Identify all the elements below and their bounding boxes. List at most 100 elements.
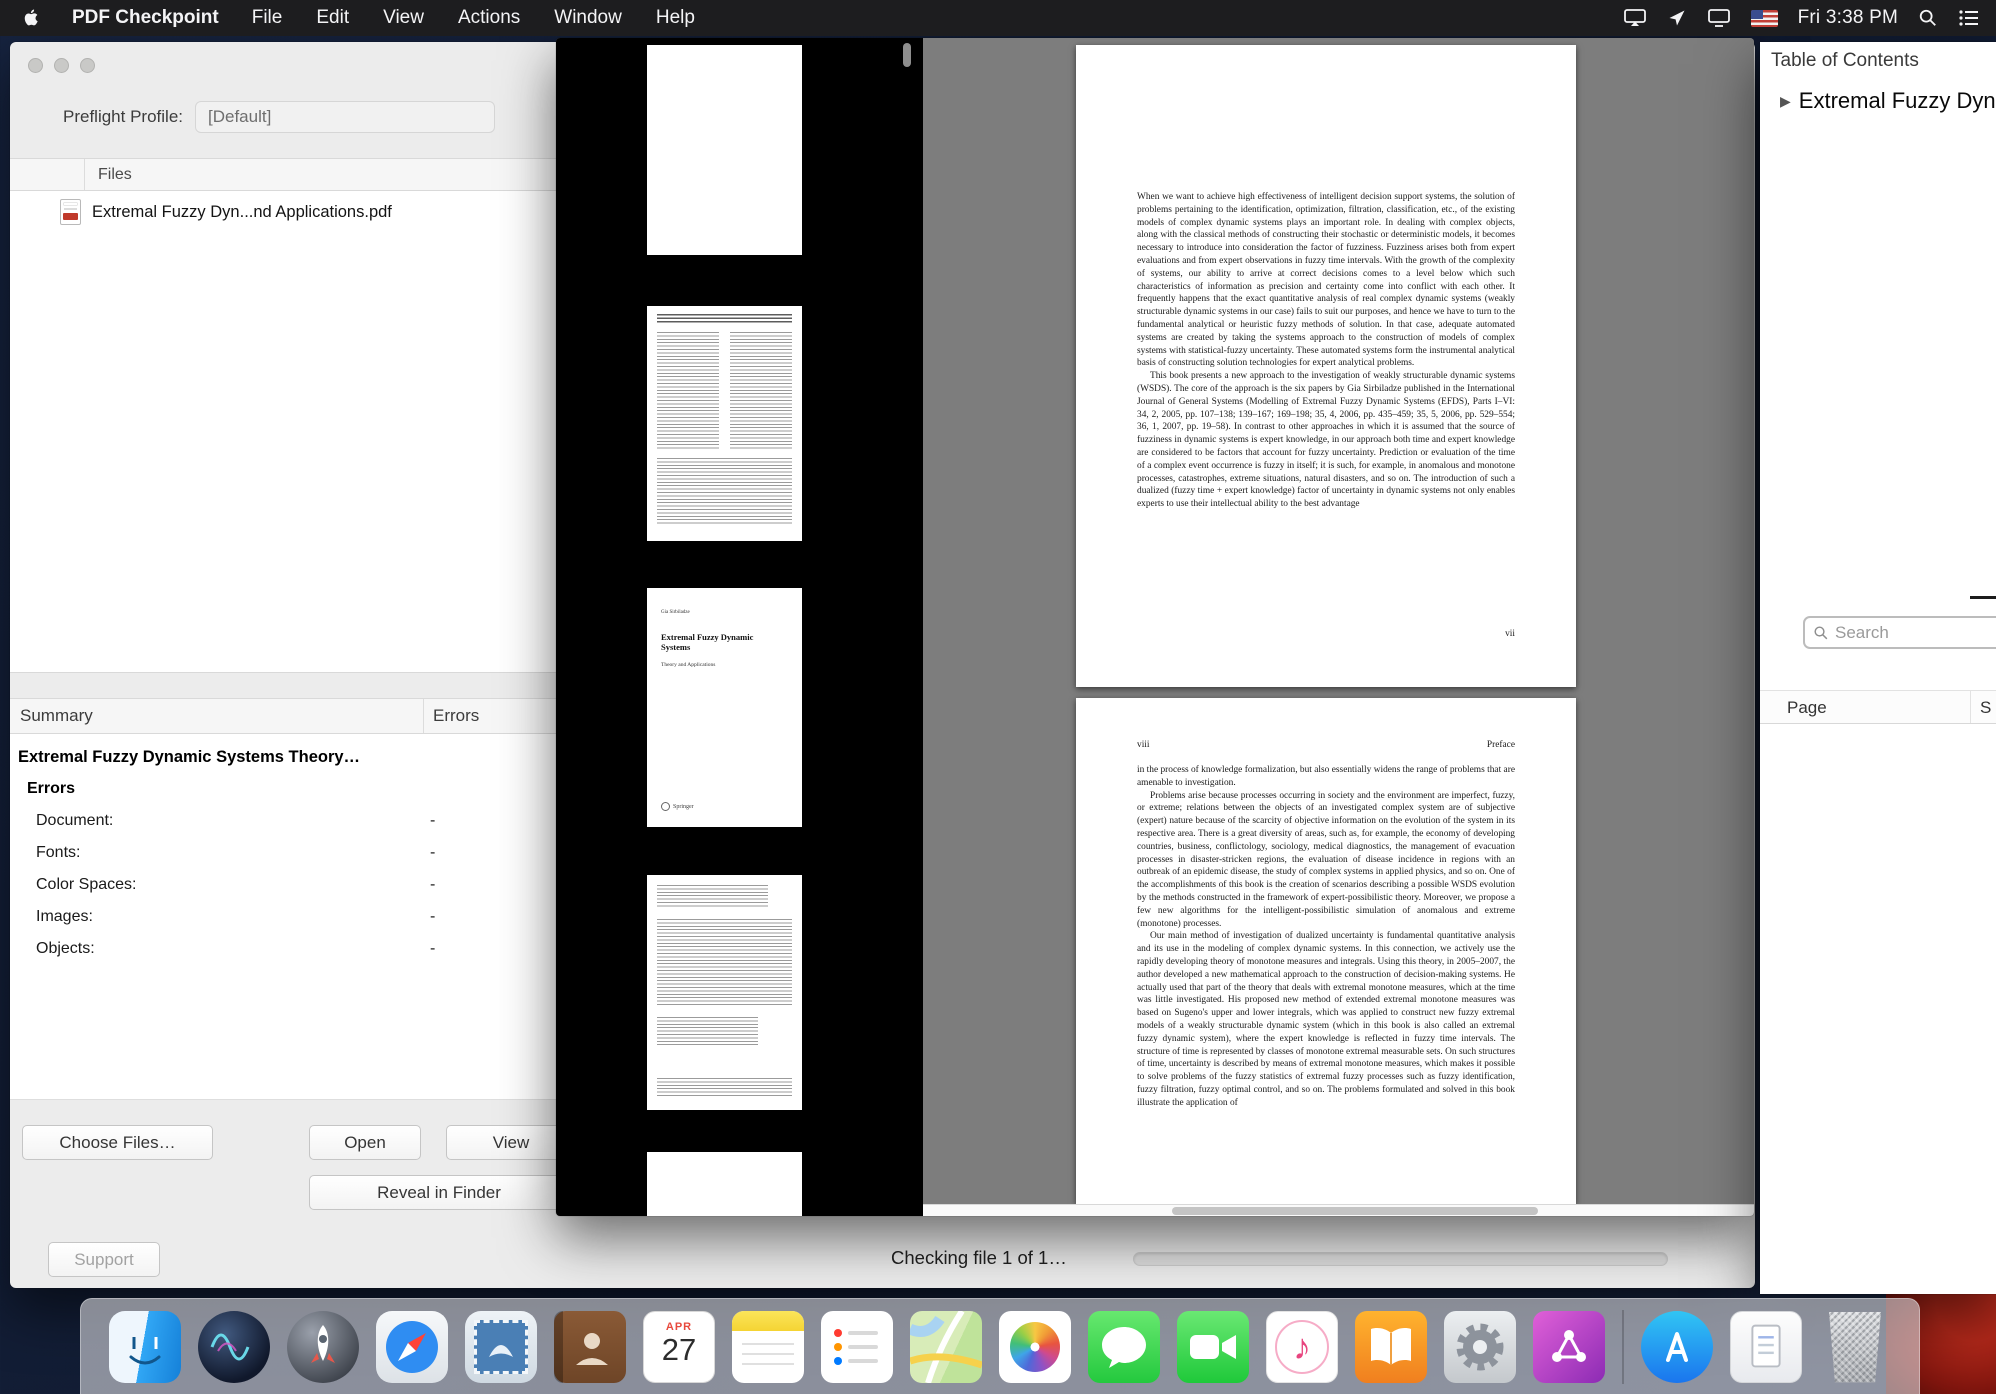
- running-head: viii Preface: [1137, 740, 1515, 750]
- app-store-icon[interactable]: [1641, 1311, 1713, 1383]
- menu-help[interactable]: Help: [639, 7, 712, 29]
- app-menu-title[interactable]: PDF Checkpoint: [56, 7, 235, 29]
- column-divider: [423, 699, 424, 733]
- page-thumbnail[interactable]: Gia Sirbiladze Extremal Fuzzy Dynamic Sy…: [647, 588, 802, 827]
- thumbnail-author: Gia Sirbiladze: [661, 610, 690, 615]
- menu-actions[interactable]: Actions: [441, 7, 537, 29]
- pdf-file-icon: [60, 199, 81, 225]
- error-label: Fonts:: [36, 844, 80, 862]
- search-placeholder: Search: [1835, 623, 1889, 643]
- mail-icon[interactable]: [465, 1311, 537, 1383]
- calendar-icon[interactable]: APR 27: [643, 1311, 715, 1383]
- thumbnail-text-lines: [730, 332, 792, 450]
- thumbnail-text-lines: [657, 332, 719, 450]
- column-divider: [84, 159, 85, 190]
- files-column-header[interactable]: Files: [98, 166, 132, 184]
- calendar-day: 27: [644, 1333, 714, 1367]
- sidebar-scrollbar[interactable]: [903, 43, 911, 67]
- toc-item[interactable]: ▶ Extremal Fuzzy Dynamic Systems: [1780, 88, 1996, 114]
- finder-icon[interactable]: [109, 1311, 181, 1383]
- disclosure-triangle-icon[interactable]: ▶: [1780, 93, 1791, 110]
- page-thumbnail[interactable]: [647, 45, 802, 255]
- trash-icon[interactable]: [1819, 1311, 1891, 1383]
- itunes-icon[interactable]: ♪: [1266, 1311, 1338, 1383]
- second-column-header[interactable]: S: [1980, 698, 1991, 718]
- menu-view[interactable]: View: [366, 7, 441, 29]
- documents-icon[interactable]: [1730, 1311, 1802, 1383]
- error-value: -: [430, 812, 435, 830]
- paragraph: in the process of knowledge formalizatio…: [1137, 764, 1515, 790]
- page-thumbnail[interactable]: [647, 306, 802, 541]
- table-of-contents-panel: Table of Contents ▶ Extremal Fuzzy Dynam…: [1760, 42, 1996, 1294]
- toc-item-label[interactable]: Extremal Fuzzy Dynamic Systems: [1799, 88, 1996, 114]
- notification-center-icon[interactable]: [1958, 8, 1980, 28]
- siri-icon[interactable]: [198, 1311, 270, 1383]
- reveal-in-finder-button[interactable]: Reveal in Finder: [309, 1175, 569, 1210]
- zoom-button[interactable]: [80, 58, 95, 73]
- summary-file-title: Extremal Fuzzy Dynamic Systems Theory…: [18, 748, 360, 767]
- choose-files-button[interactable]: Choose Files…: [22, 1125, 213, 1160]
- page-thumbnail[interactable]: [647, 875, 802, 1110]
- spotlight-search-icon[interactable]: [1918, 8, 1938, 28]
- location-arrow-icon[interactable]: [1667, 8, 1687, 28]
- page-vii-text: When we want to achieve high effectivene…: [1137, 191, 1515, 627]
- toc-title: Table of Contents: [1771, 50, 1919, 72]
- notes-band: [732, 1311, 804, 1331]
- error-label: Objects:: [36, 940, 95, 958]
- page-column-header[interactable]: Page: [1787, 698, 1827, 718]
- apple-logo-icon: [20, 7, 40, 29]
- thumbnail-subtitle: Theory and Applications: [661, 662, 715, 668]
- external-display-icon[interactable]: [1707, 8, 1731, 28]
- minimize-button[interactable]: [54, 58, 69, 73]
- messages-icon[interactable]: [1088, 1311, 1160, 1383]
- display-mirroring-icon[interactable]: [1623, 8, 1647, 28]
- page-thumbnail[interactable]: [647, 1152, 802, 1216]
- photos-icon[interactable]: [999, 1311, 1071, 1383]
- page-vii: When we want to achieve high effectivene…: [1076, 45, 1576, 687]
- page-viii-text: in the process of knowledge formalizatio…: [1137, 764, 1515, 1204]
- calendar-month: APR: [644, 1321, 714, 1333]
- horizontal-scrollbar[interactable]: [923, 1204, 1754, 1216]
- reminders-icon[interactable]: [821, 1311, 893, 1383]
- menu-edit[interactable]: Edit: [299, 7, 366, 29]
- file-name[interactable]: Extremal Fuzzy Dyn...nd Applications.pdf: [92, 203, 392, 222]
- thumbnail-text-lines: [657, 1017, 758, 1047]
- chapter-title: Preface: [1487, 740, 1515, 750]
- menu-file[interactable]: File: [235, 7, 300, 29]
- preflight-profile-select[interactable]: [Default]: [195, 101, 495, 133]
- us-flag-icon[interactable]: [1751, 10, 1778, 27]
- facetime-icon[interactable]: [1177, 1311, 1249, 1383]
- safari-icon[interactable]: [376, 1311, 448, 1383]
- notes-icon[interactable]: [732, 1311, 804, 1383]
- close-button[interactable]: [28, 58, 43, 73]
- system-preferences-icon[interactable]: [1444, 1311, 1516, 1383]
- flower-shape: [1010, 1322, 1060, 1372]
- search-icon: [1813, 625, 1829, 641]
- contacts-icon[interactable]: [554, 1311, 626, 1383]
- pdf-viewer-window: Gia Sirbiladze Extremal Fuzzy Dynamic Sy…: [556, 38, 1754, 1216]
- panel-divider: [1970, 596, 1996, 599]
- scrollbar-thumb[interactable]: [1172, 1207, 1538, 1215]
- support-button[interactable]: Support: [48, 1242, 160, 1277]
- thumbnail-title: Extremal Fuzzy Dynamic Systems: [661, 632, 773, 652]
- summary-column-header[interactable]: Summary: [20, 706, 93, 726]
- open-button[interactable]: Open: [309, 1125, 421, 1160]
- error-value: -: [430, 940, 435, 958]
- page-viii: viii Preface in the process of knowledge…: [1076, 698, 1576, 1204]
- ibooks-icon[interactable]: [1355, 1311, 1427, 1383]
- errors-column-header[interactable]: Errors: [433, 706, 479, 726]
- error-label: Images:: [36, 908, 93, 926]
- search-results-header: Page S: [1760, 690, 1996, 724]
- preflight-profile-label: Preflight Profile:: [63, 107, 183, 127]
- error-value: -: [430, 876, 435, 894]
- toc-search-field[interactable]: Search: [1803, 616, 1996, 649]
- launchpad-icon[interactable]: [287, 1311, 359, 1383]
- apple-menu[interactable]: [0, 7, 56, 29]
- menu-clock[interactable]: Fri 3:38 PM: [1798, 7, 1898, 29]
- document-view[interactable]: When we want to achieve high effectivene…: [923, 38, 1754, 1204]
- progress-bar: [1133, 1252, 1668, 1266]
- maps-icon[interactable]: [910, 1311, 982, 1383]
- network-app-icon[interactable]: [1533, 1311, 1605, 1383]
- errors-group-label: Errors: [27, 780, 75, 798]
- menu-window[interactable]: Window: [537, 7, 639, 29]
